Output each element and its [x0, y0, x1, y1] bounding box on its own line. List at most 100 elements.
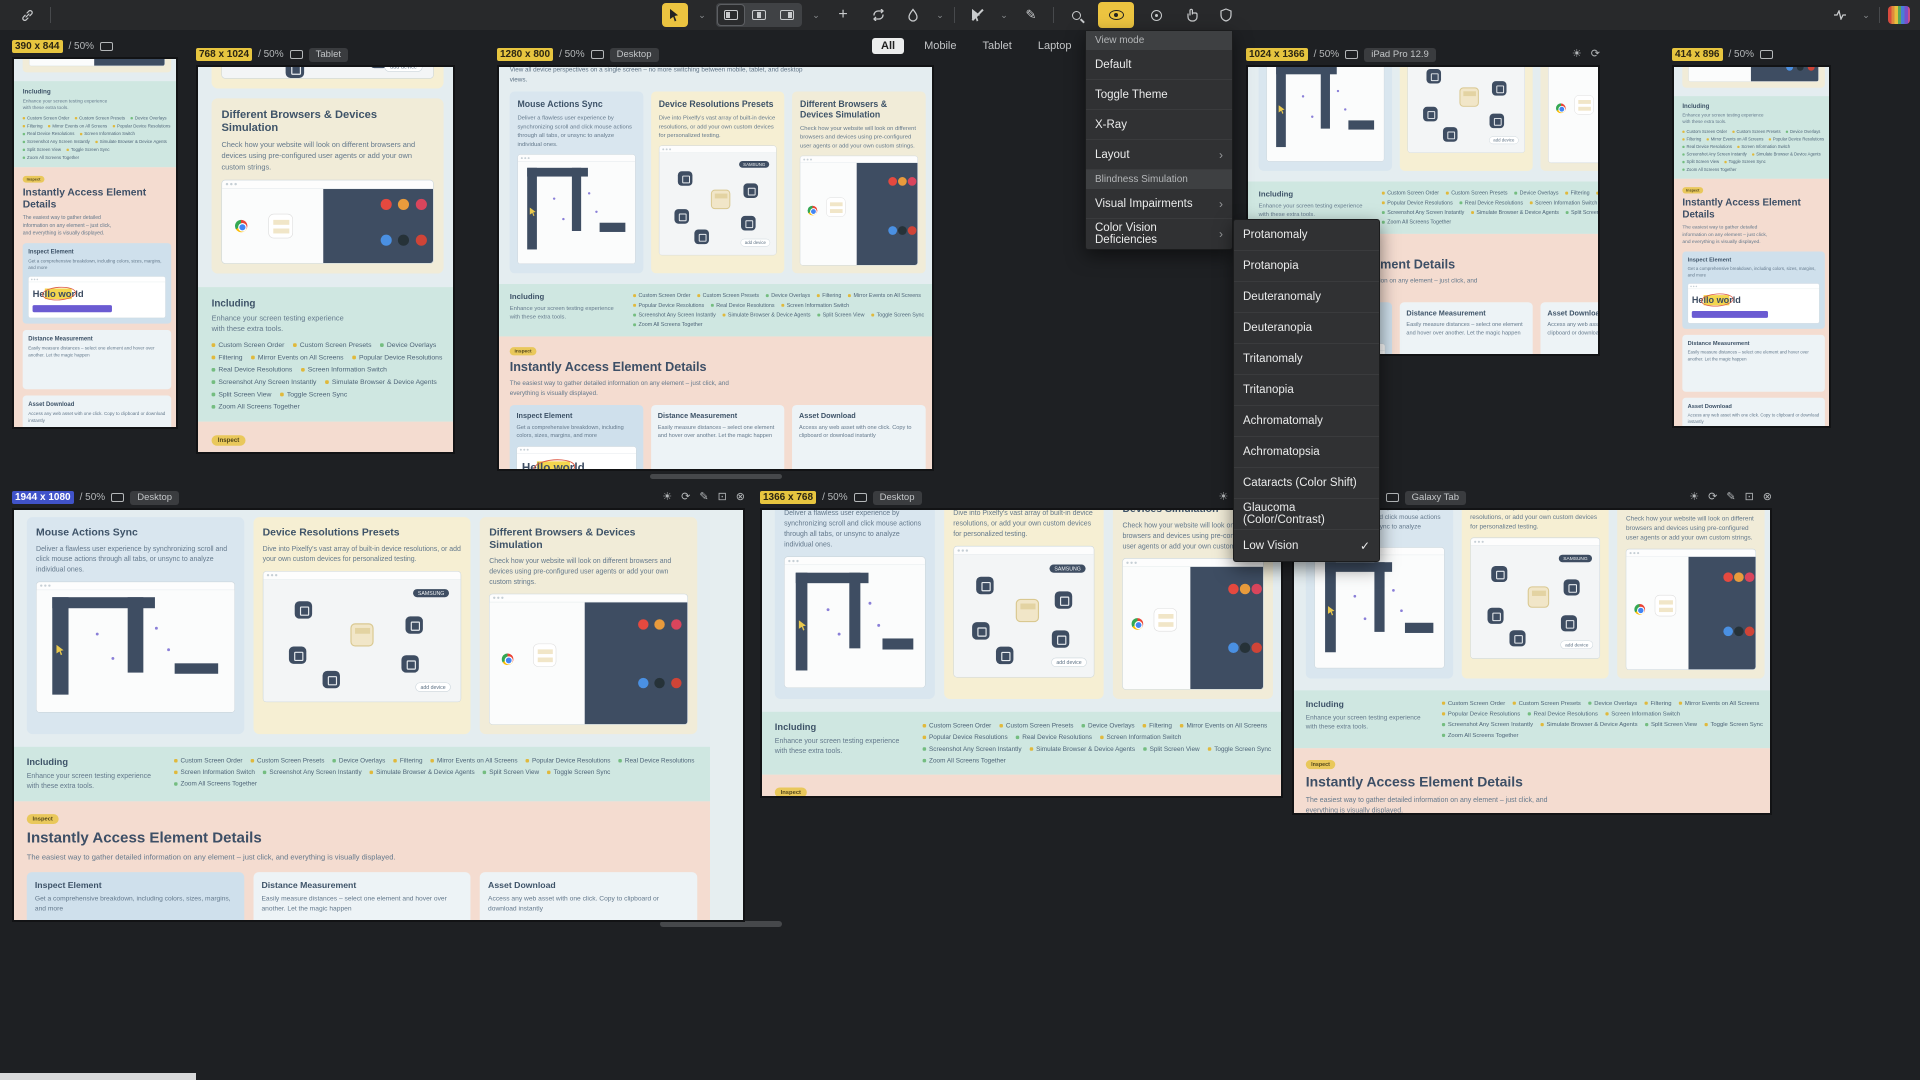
rotate-device-icon[interactable] [854, 493, 867, 502]
submenu-item-protanomaly[interactable]: Protanomaly [1234, 220, 1379, 251]
rotate-device-icon[interactable] [591, 50, 604, 59]
device-size-label[interactable]: 1024 x 1366 [1246, 48, 1308, 61]
device-frame-d1[interactable]: View all device perspectives on a single… [12, 57, 178, 429]
rotate-device-icon[interactable] [1386, 493, 1399, 502]
rotate-device-icon[interactable] [1345, 50, 1358, 59]
device-frame-da[interactable]: View all device perspectives on a single… [12, 508, 745, 922]
annotate-pen-icon[interactable]: ✎ [1726, 492, 1735, 503]
annotate-pen-icon[interactable]: ✎ [699, 492, 708, 503]
device-frame-d3[interactable]: View all device perspectives on a single… [497, 65, 934, 471]
draw-pencil-icon[interactable]: ✎ [1018, 3, 1044, 27]
touch-gesture-icon[interactable] [1178, 3, 1204, 27]
device-frame-d5[interactable]: View all device perspectives on a single… [1672, 65, 1831, 428]
submenu-item-tritanomaly[interactable]: Tritanomaly [1234, 344, 1379, 375]
submenu-item-glaucoma-color-contrast-[interactable]: Glaucoma (Color/Contrast) [1234, 499, 1379, 530]
layout-right-button[interactable] [774, 5, 800, 25]
mockup-illustration [518, 162, 635, 264]
device-size-label[interactable]: 1366 x 768 [760, 491, 816, 504]
horizontal-scrollbar[interactable] [650, 474, 782, 479]
window-dot-icon [957, 549, 959, 551]
submenu-item-deuteranomaly[interactable]: Deuteranomaly [1234, 282, 1379, 313]
mockup-illustration: SAMSUNGadd device [954, 555, 1094, 677]
device-size-label[interactable]: 390 x 844 [12, 40, 63, 53]
shield-icon[interactable] [1213, 3, 1239, 27]
device-size-label[interactable]: 768 x 1024 [196, 48, 252, 61]
access-card: Distance MeasurementEasily measure dista… [23, 330, 172, 389]
submenu-item-cataracts-color-shift-[interactable]: Cataracts (Color Shift) [1234, 468, 1379, 499]
window-dot-icon [1690, 286, 1692, 288]
submenu-item-achromatomaly[interactable]: Achromatomaly [1234, 406, 1379, 437]
menu-item-layout[interactable]: Layout› [1086, 140, 1232, 170]
chevron-down-icon[interactable]: ⌄ [1861, 10, 1871, 21]
device-size-label[interactable]: 1280 x 800 [497, 48, 553, 61]
brightness-icon[interactable]: ☀ [1572, 49, 1582, 60]
screenshot-camera-icon[interactable]: ⊡ [718, 492, 727, 503]
brightness-icon[interactable]: ☀ [1689, 492, 1699, 503]
brightness-icon[interactable]: ☀ [662, 492, 672, 503]
menu-item-default[interactable]: Default [1086, 50, 1232, 80]
tab-laptop[interactable]: Laptop [1032, 38, 1078, 54]
color-drop-icon[interactable] [900, 3, 926, 27]
submenu-item-tritanopia[interactable]: Tritanopia [1234, 375, 1379, 406]
chip-dot-icon [1530, 202, 1533, 205]
menu-item-visual-impairments[interactable]: Visual Impairments› [1086, 189, 1232, 219]
access-section: InspectInstantly Access Element DetailsT… [14, 801, 710, 922]
add-device-button[interactable]: + [830, 3, 856, 27]
cursor-disable-icon[interactable] [964, 3, 990, 27]
submenu-item-protanopia[interactable]: Protanopia [1234, 251, 1379, 282]
device-size-label[interactable]: 1944 x 1080 [12, 491, 74, 504]
brightness-icon[interactable]: ☀ [1218, 492, 1228, 503]
rotate-device-icon[interactable] [111, 493, 124, 502]
pointer-tool-button[interactable] [662, 3, 688, 27]
rotate-device-icon[interactable] [100, 42, 113, 51]
submenu-item-low-vision[interactable]: Low Vision✓ [1234, 530, 1379, 561]
menu-item-toggle-theme[interactable]: Toggle Theme [1086, 80, 1232, 110]
close-device-icon[interactable]: ⊗ [1763, 492, 1772, 503]
chevron-down-icon[interactable]: ⌄ [697, 10, 707, 21]
view-mode-eye-button[interactable] [1098, 2, 1134, 28]
chip-dot-icon [1180, 724, 1183, 727]
sync-loop-icon[interactable] [865, 3, 891, 27]
submenu-item-deuteranopia[interactable]: Deuteranopia [1234, 313, 1379, 344]
close-device-icon[interactable]: ⊗ [736, 492, 745, 503]
screenshot-camera-icon[interactable]: ⊡ [1745, 492, 1754, 503]
submenu-item-label: Protanomaly [1243, 229, 1308, 241]
access-cards-row: Inspect ElementGet a comprehensive break… [1682, 251, 1825, 428]
feature-chip: Popular Device Resolutions [1382, 200, 1453, 206]
link-icon[interactable] [14, 3, 40, 27]
rotate-device-icon[interactable] [1760, 50, 1773, 59]
rotate-device-icon[interactable] [290, 50, 303, 59]
chevron-down-icon[interactable]: ⌄ [999, 10, 1009, 21]
zoom-icon[interactable] [1063, 3, 1089, 27]
access-card-desc: Access any web asset with one click. Cop… [1547, 321, 1600, 338]
screenshot-target-icon[interactable] [1143, 3, 1169, 27]
including-sub: Enhance your screen testing experience w… [27, 771, 155, 791]
activity-icon[interactable] [1827, 3, 1853, 27]
menu-item-label: Visual Impairments [1095, 198, 1193, 210]
feature-card-desc: Dive into Pixelfy's vast array of built-… [1470, 508, 1600, 531]
device-icon [289, 646, 306, 663]
window-dot-icon [40, 584, 42, 586]
tab-tablet[interactable]: Tablet [976, 38, 1017, 54]
device-frame-d2[interactable]: View all device perspectives on a single… [196, 65, 455, 454]
layout-left-button[interactable] [718, 5, 744, 25]
menu-item-x-ray[interactable]: X-Ray [1086, 110, 1232, 140]
device-frame-db[interactable]: View all device perspectives on a single… [760, 508, 1283, 798]
chevron-down-icon[interactable]: ⌄ [935, 10, 945, 21]
refresh-icon[interactable]: ⟳ [1591, 49, 1600, 60]
device-size-label[interactable]: 414 x 896 [1672, 48, 1723, 61]
access-card-desc: Easily measure distances – select one el… [261, 894, 462, 914]
menu-item-color-vision-deficiencies[interactable]: Color Vision Deficiencies› [1086, 219, 1232, 249]
emulator-icon [826, 198, 845, 217]
refresh-icon[interactable]: ⟳ [1708, 492, 1717, 503]
chip-dot-icon [1442, 734, 1445, 737]
chip-dot-icon [817, 294, 820, 297]
feature-cards-row: Mouse Actions SyncDeliver a flawless use… [499, 87, 934, 284]
profile-theme-button[interactable] [1888, 6, 1910, 24]
page-intro-text: View all device perspectives on a single… [499, 65, 814, 87]
layout-center-button[interactable] [746, 5, 772, 25]
submenu-item-achromatopsia[interactable]: Achromatopsia [1234, 437, 1379, 468]
chip-label: Popular Device Resolutions [117, 124, 170, 129]
chevron-down-icon[interactable]: ⌄ [811, 10, 821, 21]
refresh-icon[interactable]: ⟳ [681, 492, 690, 503]
